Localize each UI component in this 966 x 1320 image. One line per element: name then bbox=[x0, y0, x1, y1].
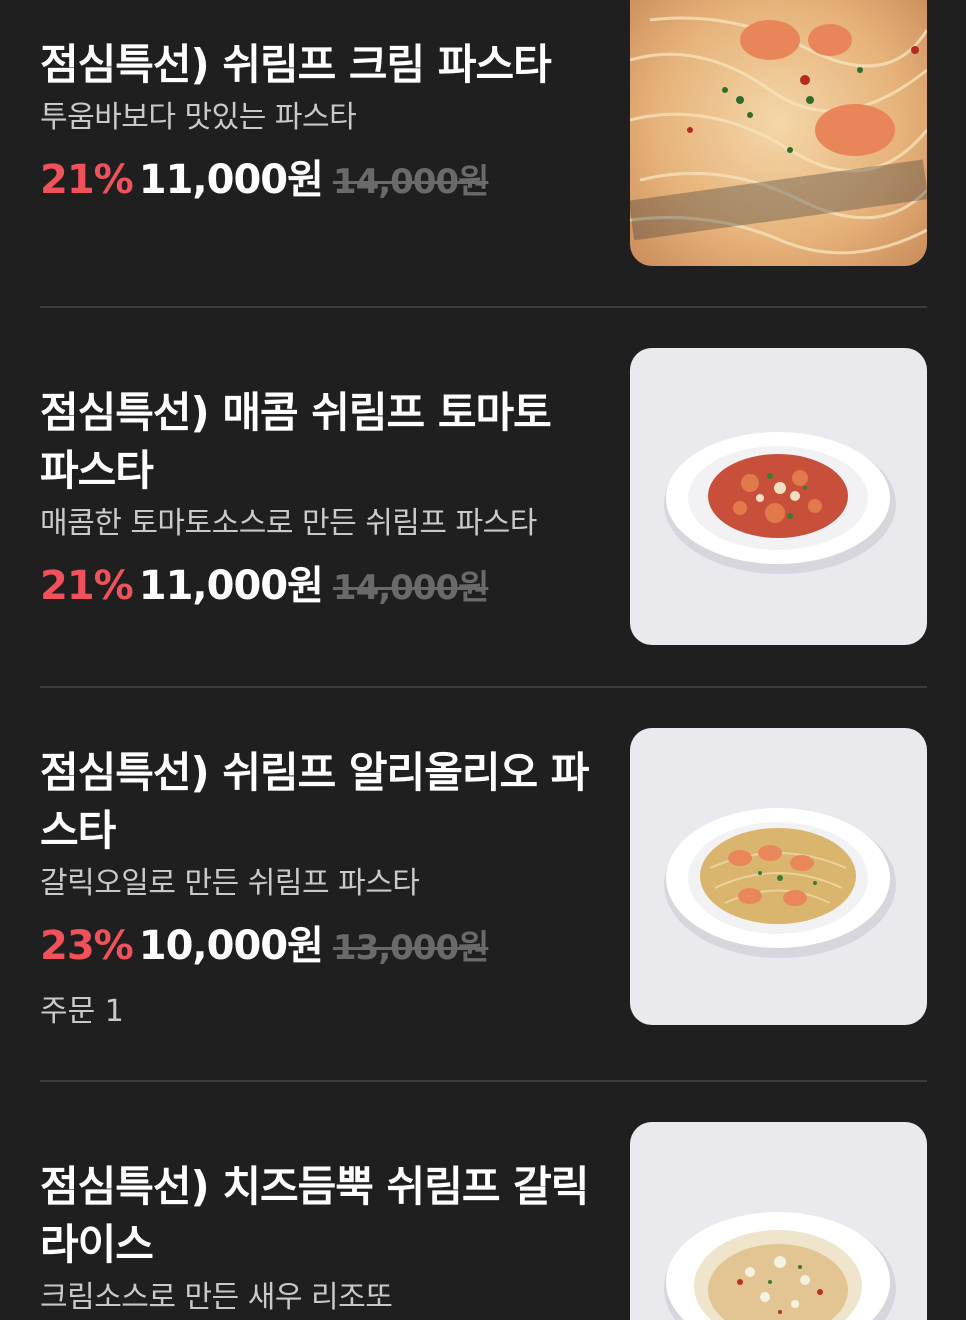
discount-rate: 21% bbox=[40, 157, 134, 203]
sale-price: 10,000원 bbox=[138, 923, 324, 969]
original-price: 13,000원 bbox=[332, 928, 489, 968]
aglio-olio-photo[interactable] bbox=[630, 728, 927, 1025]
original-price: 14,000원 bbox=[332, 162, 489, 202]
item-description: 투움바보다 맛있는 파스타 bbox=[40, 100, 357, 135]
item-description: 크림소스로 만든 새우 리조또 bbox=[40, 1280, 393, 1315]
sale-price: 11,000원 bbox=[138, 157, 324, 203]
original-price: 14,000원 bbox=[332, 568, 489, 608]
price-row: 21% 11,000원 14,000원 bbox=[40, 156, 600, 206]
price-row: 23% 10,000원 13,000원 bbox=[40, 922, 600, 972]
menu-item-garlic-rice[interactable]: 점심특선) 치즈듬뿍 쉬림프 갈릭 라이스 크림소스로 만든 새우 리조또 bbox=[40, 1082, 927, 1320]
item-title: 점심특선) 쉬림프 크림 파스타 bbox=[40, 40, 552, 89]
item-description: 매콤한 토마토소스로 만든 쉬림프 파스타 bbox=[40, 506, 537, 541]
item-text: 점심특선) 쉬림프 크림 파스타 투움바보다 맛있는 파스타 21% 11,000… bbox=[40, 36, 600, 206]
menu-item-tomato-pasta[interactable]: 점심특선) 매콤 쉬림프 토마토 파스타 매콤한 토마토소스로 만든 쉬림프 파… bbox=[40, 308, 927, 686]
order-count: 주문 1 bbox=[40, 994, 124, 1029]
tomato-pasta-photo[interactable] bbox=[630, 348, 927, 645]
menu-item-aglio-olio[interactable]: 점심특선) 쉬림프 알리올리오 파스타 갈릭오일로 만든 쉬림프 파스타 23%… bbox=[40, 688, 927, 1080]
menu-item-cream-pasta[interactable]: 점심특선) 쉬림프 크림 파스타 투움바보다 맛있는 파스타 21% 11,000… bbox=[40, 0, 927, 306]
price-row: 21% 11,000원 14,000원 bbox=[40, 562, 600, 612]
item-description: 갈릭오일로 만든 쉬림프 파스타 bbox=[40, 866, 420, 901]
item-title: 점심특선) 쉬림프 알리올리오 파스타 bbox=[40, 748, 589, 855]
item-text: 점심특선) 매콤 쉬림프 토마토 파스타 매콤한 토마토소스로 만든 쉬림프 파… bbox=[40, 384, 600, 612]
item-text: 점심특선) 쉬림프 알리올리오 파스타 갈릭오일로 만든 쉬림프 파스타 23%… bbox=[40, 744, 600, 1030]
sale-price: 11,000원 bbox=[138, 563, 324, 609]
discount-rate: 21% bbox=[40, 563, 134, 609]
cream-pasta-photo[interactable] bbox=[630, 0, 927, 266]
discount-rate: 23% bbox=[40, 923, 134, 969]
garlic-rice-photo[interactable] bbox=[630, 1122, 927, 1320]
item-title: 점심특선) 매콤 쉬림프 토마토 파스타 bbox=[40, 388, 552, 495]
item-text: 점심특선) 치즈듬뿍 쉬림프 갈릭 라이스 크림소스로 만든 새우 리조또 bbox=[40, 1158, 600, 1318]
item-title: 점심특선) 치즈듬뿍 쉬림프 갈릭 라이스 bbox=[40, 1162, 589, 1269]
